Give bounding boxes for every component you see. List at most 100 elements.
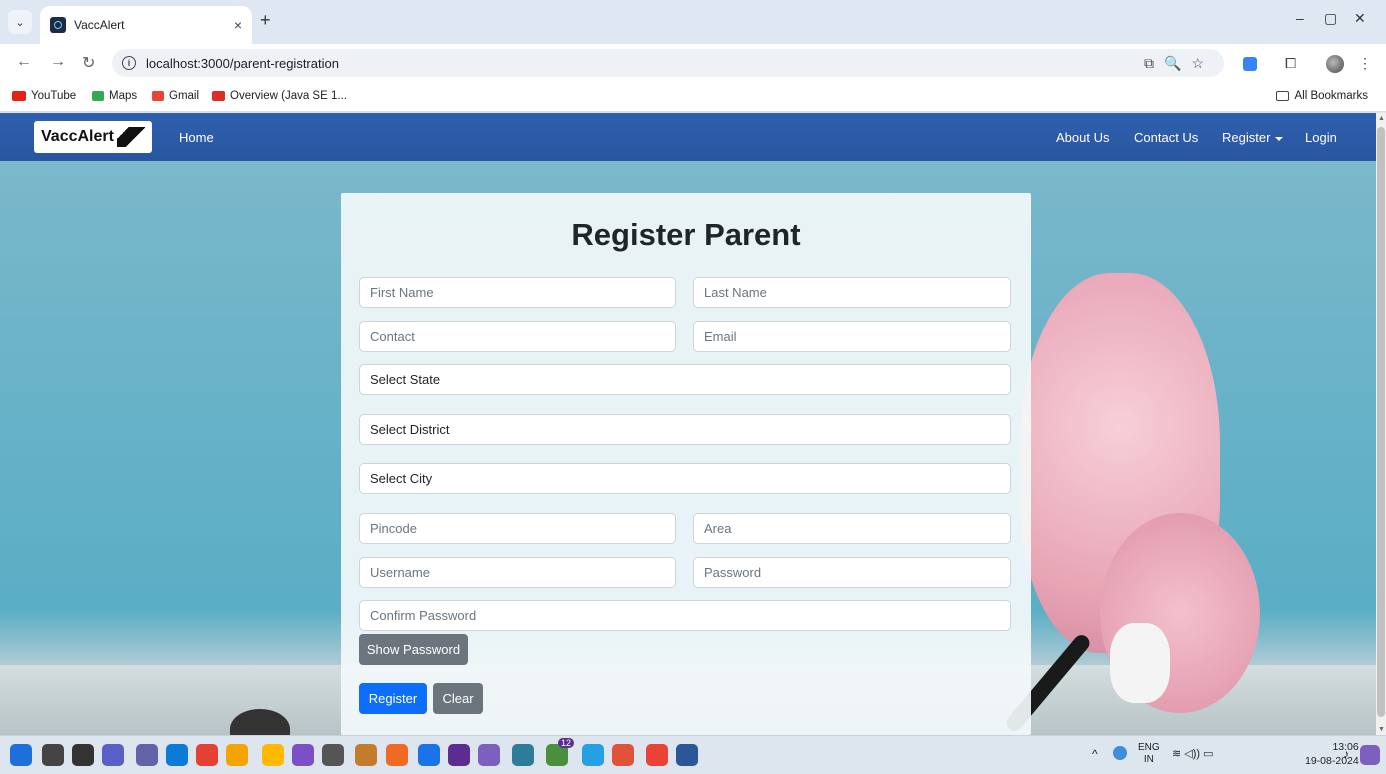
- taskbar-app-icon[interactable]: [448, 744, 470, 766]
- tray-app-icon[interactable]: [1113, 746, 1127, 760]
- copilot-icon[interactable]: [1360, 745, 1380, 765]
- area-input[interactable]: Area: [693, 513, 1011, 544]
- page-title: Register Parent: [571, 217, 801, 252]
- username-input[interactable]: Username: [359, 557, 676, 588]
- taskbar-app-icon[interactable]: [322, 744, 344, 766]
- bookmark-gmail[interactable]: Gmail: [152, 90, 199, 102]
- all-bookmarks-label: All Bookmarks: [1294, 90, 1369, 102]
- taskbar-app-icon[interactable]: [612, 744, 634, 766]
- register-label: Register: [1222, 130, 1271, 145]
- pincode-input[interactable]: Pincode: [359, 513, 676, 544]
- brand-logo[interactable]: VaccAlert: [34, 121, 152, 153]
- taskbar-app-icon[interactable]: [72, 744, 94, 766]
- bookmark-maps[interactable]: Maps: [92, 90, 137, 102]
- bookmark-label: Maps: [109, 90, 138, 102]
- taskbar-app-icon[interactable]: [10, 744, 32, 766]
- bookmark-label: Gmail: [169, 90, 200, 102]
- taskbar-app-icon[interactable]: [646, 744, 668, 766]
- wifi-volume-battery-icon[interactable]: ≋ ◁)) ▭: [1172, 748, 1214, 760]
- syringe-logo-icon: [116, 127, 145, 147]
- close-window-icon[interactable]: ✕: [1354, 10, 1366, 27]
- state-select[interactable]: Select State: [359, 364, 1011, 395]
- page-scrollbar[interactable]: ▲ ▼: [1376, 113, 1386, 735]
- first-name-input[interactable]: First Name: [359, 277, 676, 308]
- contact-input[interactable]: Contact: [359, 321, 676, 352]
- email-input[interactable]: Email: [693, 321, 1011, 352]
- address-bar[interactable]: i localhost:3000/parent-registration ⧉🔍☆: [112, 49, 1224, 77]
- tab-search-chevron-icon[interactable]: ⌄: [8, 10, 32, 34]
- nav-login-link[interactable]: Login: [1305, 130, 1337, 145]
- password-input[interactable]: Password: [693, 557, 1011, 588]
- omnibox-actions-icon[interactable]: ⧉🔍☆: [1144, 55, 1214, 72]
- taskbar-app-icon[interactable]: [582, 744, 604, 766]
- taskbar-app-icon[interactable]: [42, 744, 64, 766]
- registration-card: Register Parent First Name Last Name Con…: [341, 193, 1031, 735]
- register-button[interactable]: Register: [359, 683, 427, 714]
- browser-tab[interactable]: VaccAlert ×: [40, 6, 252, 44]
- taskbar-app-icon[interactable]: [478, 744, 500, 766]
- taskbar-app-icon[interactable]: [386, 744, 408, 766]
- taskbar-app-icon[interactable]: [136, 744, 158, 766]
- city-select[interactable]: Select City: [359, 463, 1011, 494]
- last-name-input[interactable]: Last Name: [693, 277, 1011, 308]
- taskbar-app-icon[interactable]: [292, 744, 314, 766]
- taskbar-app-icon[interactable]: [166, 744, 188, 766]
- extension-icon[interactable]: [1243, 57, 1257, 71]
- notification-badge: 12: [558, 738, 575, 748]
- nav-about-link[interactable]: About Us: [1056, 130, 1109, 145]
- maximize-icon[interactable]: ▢: [1324, 10, 1337, 27]
- taskbar-app-icon[interactable]: [226, 744, 248, 766]
- tab-close-icon[interactable]: ×: [234, 17, 242, 33]
- notification-bell-icon[interactable]: ♪: [1343, 748, 1349, 760]
- bookmark-java-overview[interactable]: Overview (Java SE 1...: [212, 90, 347, 102]
- site-navbar: VaccAlert Home About Us Contact Us Regis…: [0, 113, 1376, 161]
- scroll-down-icon[interactable]: ▼: [1378, 726, 1385, 733]
- profile-avatar[interactable]: [1326, 55, 1344, 73]
- taskbar-app-icon[interactable]: [418, 744, 440, 766]
- region-code: IN: [1143, 754, 1154, 765]
- tray-overflow-icon[interactable]: ^: [1092, 748, 1098, 760]
- taskbar-app-icon[interactable]: [512, 744, 534, 766]
- clear-button[interactable]: Clear: [433, 683, 483, 714]
- taskbar-app-icon[interactable]: [676, 744, 698, 766]
- browser-menu-icon[interactable]: ⋮: [1358, 55, 1372, 72]
- all-bookmarks[interactable]: All Bookmarks: [1275, 90, 1369, 102]
- reload-icon[interactable]: ↻: [82, 53, 95, 73]
- gmail-icon: [152, 91, 164, 101]
- brand-text: VaccAlert: [41, 128, 114, 145]
- new-tab-button[interactable]: +: [260, 10, 271, 31]
- scroll-thumb[interactable]: [1377, 127, 1385, 717]
- taskbar-app-icon[interactable]: [262, 744, 284, 766]
- language-code: ENG: [1138, 742, 1160, 753]
- scroll-up-icon[interactable]: ▲: [1378, 115, 1385, 122]
- page-viewport: VaccAlert Home About Us Contact Us Regis…: [0, 113, 1376, 735]
- forward-icon[interactable]: →: [50, 53, 66, 71]
- taskbar-app-icon[interactable]: [196, 744, 218, 766]
- show-password-button[interactable]: Show Password: [359, 634, 468, 665]
- clock[interactable]: 13:06 19-08-2024: [1305, 740, 1359, 768]
- clock-time: 13:06: [1332, 741, 1359, 753]
- nav-home-link[interactable]: Home: [179, 130, 214, 145]
- district-select[interactable]: Select District: [359, 414, 1011, 445]
- bookmark-label: Overview (Java SE 1...: [230, 90, 347, 102]
- taskbar-app-icon[interactable]: [102, 744, 124, 766]
- caret-down-icon: [1275, 136, 1284, 141]
- minimize-icon[interactable]: –: [1296, 10, 1304, 26]
- oracle-icon: [212, 91, 225, 101]
- youtube-icon: [12, 91, 26, 101]
- nav-contact-link[interactable]: Contact Us: [1134, 130, 1198, 145]
- back-icon[interactable]: ←: [16, 53, 32, 71]
- language-indicator[interactable]: ENG IN: [1138, 742, 1160, 766]
- react-favicon-icon: [50, 17, 66, 33]
- folder-icon: [1275, 91, 1289, 101]
- nav-register-dropdown[interactable]: Register: [1222, 130, 1284, 145]
- bookmark-label: YouTube: [31, 90, 77, 102]
- site-info-icon[interactable]: i: [122, 56, 136, 70]
- bookmark-youtube[interactable]: YouTube: [12, 90, 76, 102]
- taskbar-app-icon[interactable]: [355, 744, 377, 766]
- extensions-puzzle-icon[interactable]: ⧠: [1285, 55, 1296, 72]
- confirm-password-input[interactable]: Confirm Password: [359, 600, 1011, 631]
- bookmarks-bar: YouTube Maps Gmail Overview (Java SE 1..…: [0, 82, 1386, 112]
- windows-taskbar: 12 ^ ENG IN ≋ ◁)) ▭ 13:06 19-08-2024 ♪: [0, 735, 1386, 774]
- maps-icon: [92, 91, 104, 101]
